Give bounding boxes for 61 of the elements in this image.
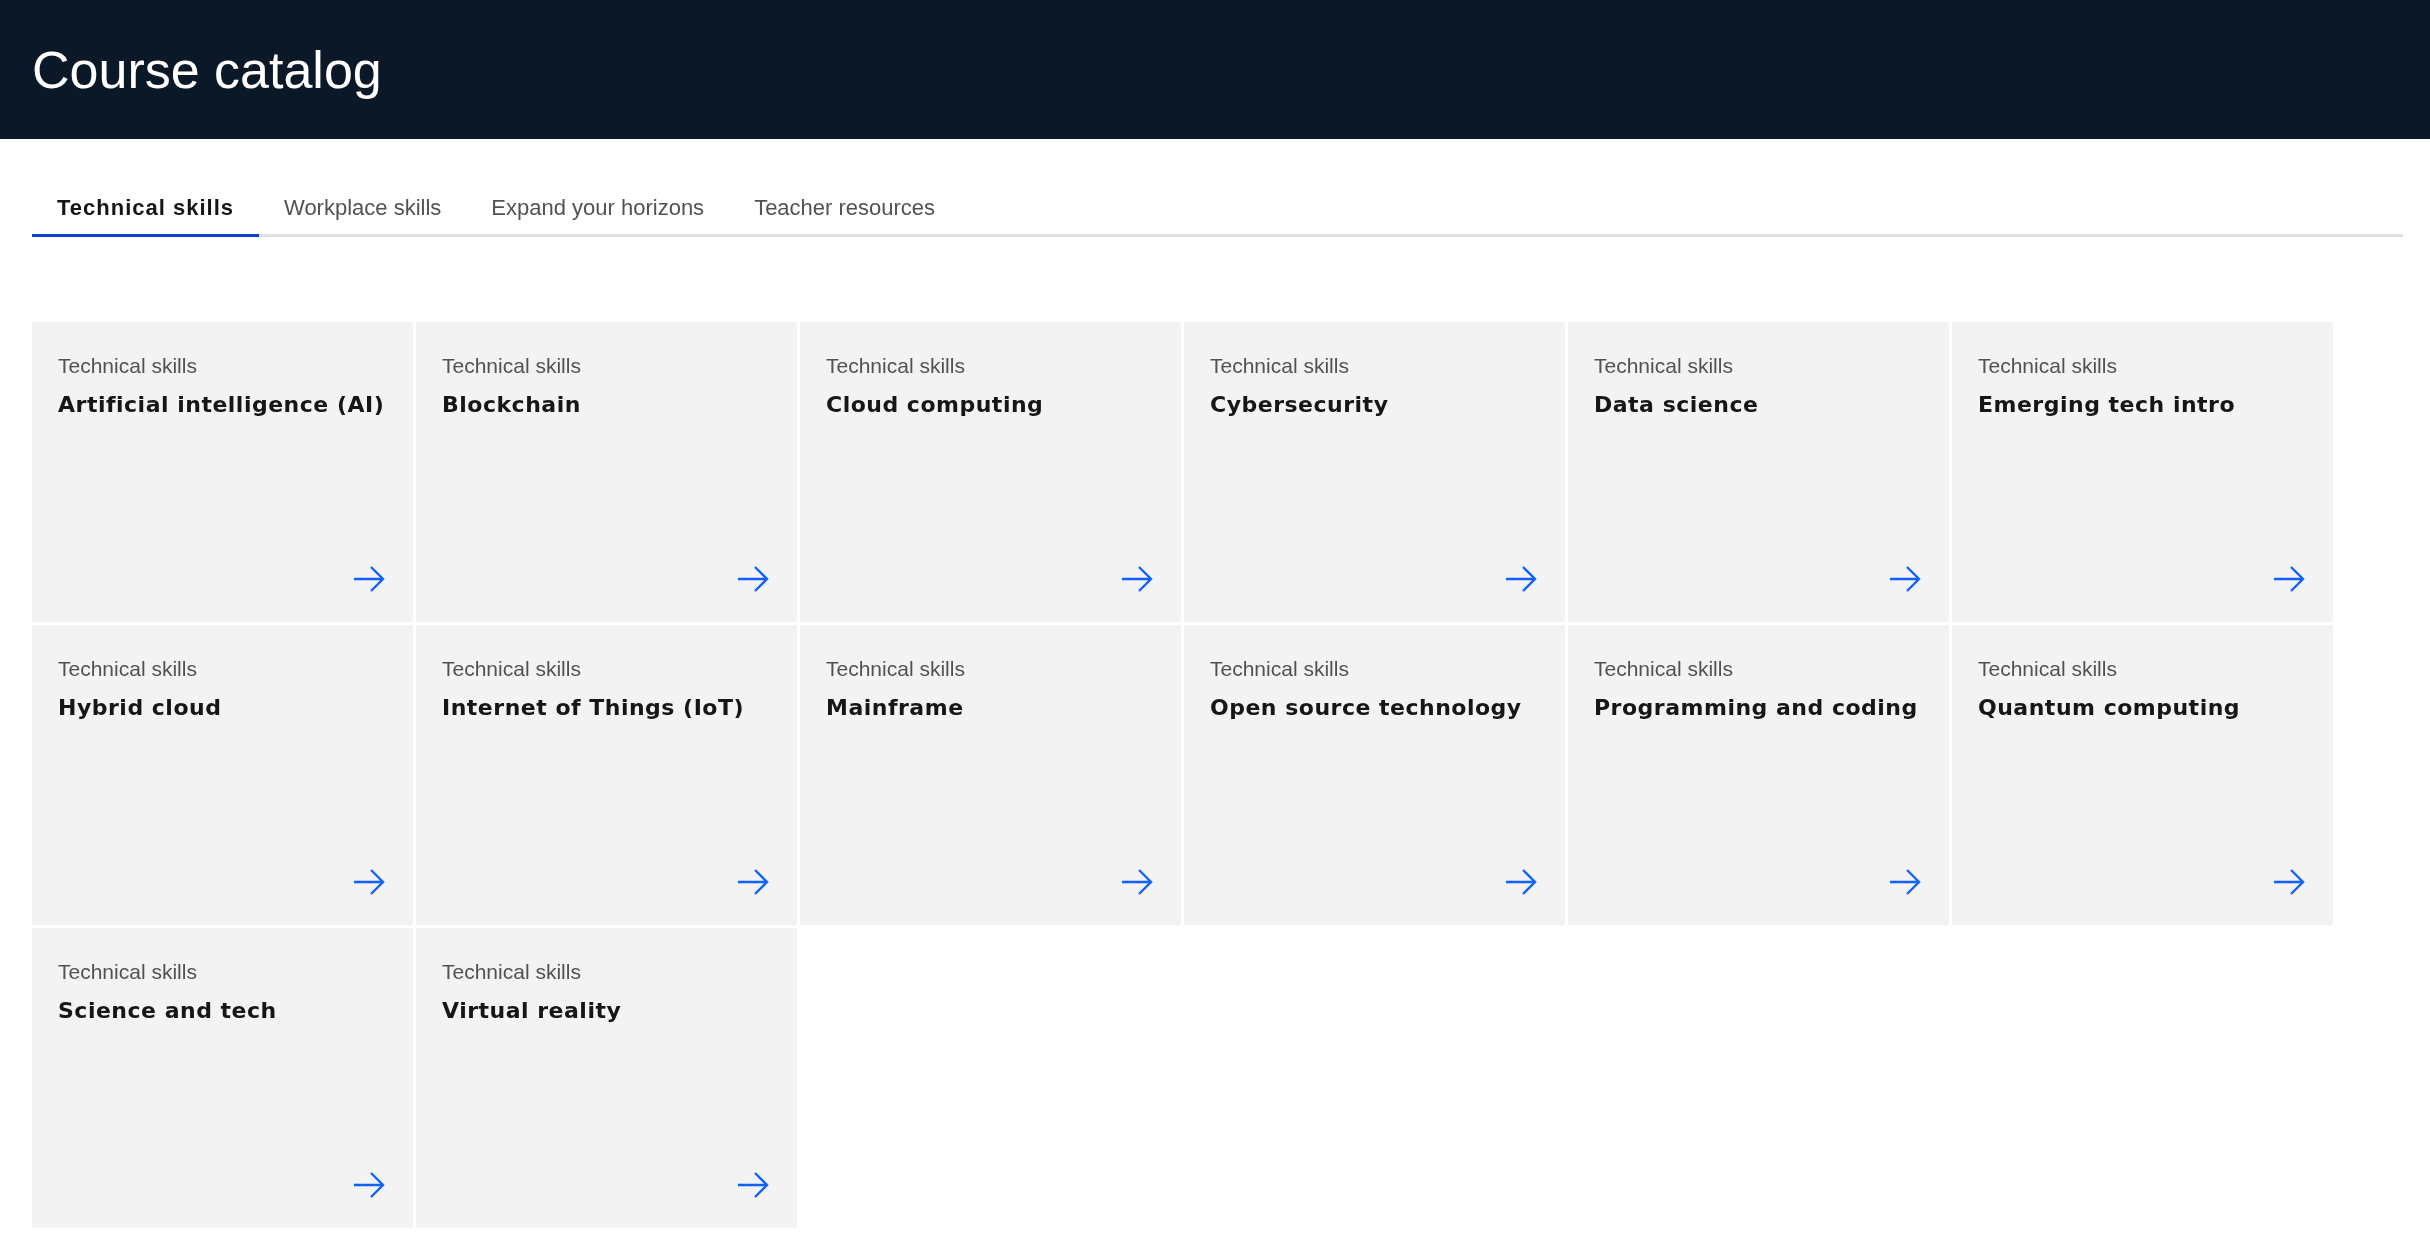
card-category: Technical skills	[1210, 354, 1350, 378]
card-category: Technical skills	[1594, 354, 1734, 378]
card-title: Cybersecurity	[1210, 392, 1390, 417]
arrow-right-icon	[1121, 869, 1153, 895]
arrow-right-icon	[2273, 566, 2305, 592]
card-title: Science and tech	[58, 998, 278, 1023]
card-title: Emerging tech intro	[1978, 392, 2237, 417]
card-title: Mainframe	[826, 695, 965, 720]
course-card[interactable]: Technical skills Cloud computing	[800, 322, 1181, 622]
course-card[interactable]: Technical skills Cybersecurity	[1184, 322, 1565, 622]
course-card[interactable]: Technical skills Emerging tech intro	[1952, 322, 2333, 622]
course-card[interactable]: Technical skills Open source technology	[1184, 625, 1565, 925]
card-category: Technical skills	[442, 960, 582, 984]
arrow-right-icon	[353, 566, 385, 592]
course-card[interactable]: Technical skills Science and tech	[32, 928, 413, 1228]
course-card[interactable]: Technical skills Blockchain	[416, 322, 797, 622]
card-category: Technical skills	[442, 657, 582, 681]
arrow-right-icon	[737, 1172, 769, 1198]
card-title: Programming and coding	[1594, 695, 1919, 720]
card-category: Technical skills	[1978, 657, 2118, 681]
arrow-right-icon	[1505, 566, 1537, 592]
card-category: Technical skills	[442, 354, 582, 378]
card-category: Technical skills	[58, 657, 198, 681]
card-title: Open source technology	[1210, 695, 1523, 720]
card-title: Quantum computing	[1978, 695, 2242, 720]
course-card[interactable]: Technical skills Internet of Things (IoT)	[416, 625, 797, 925]
arrow-right-icon	[353, 869, 385, 895]
arrow-right-icon	[737, 566, 769, 592]
card-category: Technical skills	[1210, 657, 1350, 681]
tab[interactable]: Technical skills	[32, 181, 259, 237]
course-card[interactable]: Technical skills Artificial intelligence (AI)	[32, 322, 413, 622]
card-title: Hybrid cloud	[58, 695, 223, 720]
arrow-right-icon	[1121, 566, 1153, 592]
card-title: Cloud computing	[826, 392, 1045, 417]
course-card[interactable]: Technical skills Programming and coding	[1568, 625, 1949, 925]
course-card[interactable]: Technical skills Data science	[1568, 322, 1949, 622]
page-title: Course catalog	[32, 39, 382, 100]
card-category: Technical skills	[58, 960, 198, 984]
course-card[interactable]: Technical skills Mainframe	[800, 625, 1181, 925]
card-title: Data science	[1594, 392, 1760, 417]
tab[interactable]: Expand your horizons	[466, 181, 730, 237]
course-card[interactable]: Technical skills Virtual reality	[416, 928, 797, 1228]
arrow-right-icon	[1889, 566, 1921, 592]
arrow-right-icon	[1505, 869, 1537, 895]
card-title: Artificial intelligence (AI)	[58, 392, 386, 417]
arrow-right-icon	[1889, 869, 1921, 895]
arrow-right-icon	[737, 869, 769, 895]
tab[interactable]: Workplace skills	[259, 181, 467, 237]
card-title: Virtual reality	[442, 998, 623, 1023]
arrow-right-icon	[2273, 869, 2305, 895]
card-category: Technical skills	[826, 354, 966, 378]
card-category: Technical skills	[1978, 354, 2118, 378]
card-category: Technical skills	[1594, 657, 1734, 681]
course-card[interactable]: Technical skills Hybrid cloud	[32, 625, 413, 925]
card-category: Technical skills	[58, 354, 198, 378]
card-title: Internet of Things (IoT)	[442, 695, 746, 720]
card-category: Technical skills	[826, 657, 966, 681]
course-card[interactable]: Technical skills Quantum computing	[1952, 625, 2333, 925]
tab[interactable]: Teacher resources	[729, 181, 961, 237]
card-title: Blockchain	[442, 392, 582, 417]
arrow-right-icon	[353, 1172, 385, 1198]
